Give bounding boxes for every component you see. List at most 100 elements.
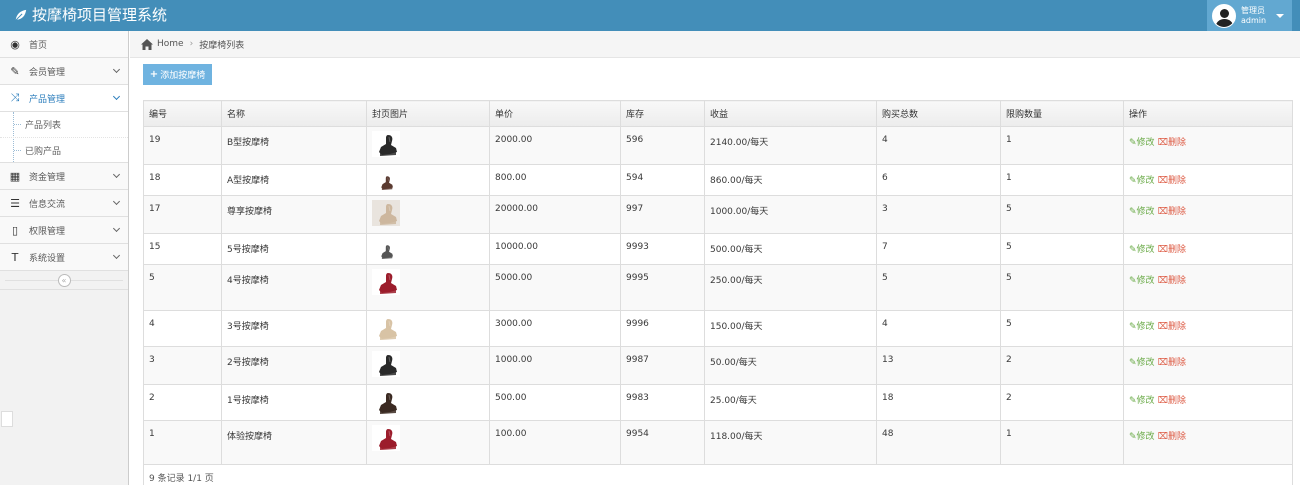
app-brand[interactable]: 按摩椅项目管理系统 bbox=[14, 5, 167, 25]
cell-limit: 5 bbox=[1000, 233, 1124, 265]
edit-label: 修改 bbox=[1136, 432, 1155, 442]
delete-link[interactable]: ⌧删除 bbox=[1158, 432, 1186, 442]
delete-label: 删除 bbox=[1167, 358, 1186, 368]
user-name: admin bbox=[1241, 15, 1267, 25]
cell-total: 6 bbox=[876, 164, 1001, 196]
avatar bbox=[1212, 3, 1236, 28]
cell-name: B型按摩椅 bbox=[221, 126, 367, 165]
trash-icon: ⌧ bbox=[1157, 322, 1168, 332]
cell-price: 800.00 bbox=[489, 164, 621, 196]
table-header-cell: 名称 bbox=[221, 100, 367, 127]
cell-total: 18 bbox=[876, 384, 1001, 421]
delete-link[interactable]: ⌧删除 bbox=[1158, 207, 1186, 217]
sidebar-item-3[interactable]: ⤨ 产品管理 bbox=[0, 85, 128, 112]
sidebar-item-2[interactable]: ✎ 会员管理 bbox=[0, 58, 128, 85]
user-menu[interactable]: 管理员 admin bbox=[1207, 0, 1292, 31]
table-header-cell: 限购数量 bbox=[1000, 100, 1124, 127]
sidebar-item-1[interactable]: ◉ 首页 bbox=[0, 31, 128, 58]
cell-stock: 9993 bbox=[620, 233, 705, 265]
pagination-info: 9 条记录 1/1 页 bbox=[143, 464, 1293, 485]
trash-icon: ⌧ bbox=[1157, 396, 1168, 406]
cell-image bbox=[366, 126, 490, 165]
sidebar-item-5[interactable]: ☰ 信息交流 bbox=[0, 190, 128, 217]
chevron-down-icon bbox=[112, 65, 121, 74]
edit-link[interactable]: ✎修改 bbox=[1129, 176, 1155, 186]
delete-link[interactable]: ⌧删除 bbox=[1158, 138, 1186, 148]
edit-link[interactable]: ✎修改 bbox=[1129, 207, 1155, 217]
cell-image bbox=[366, 346, 490, 385]
trash-icon: ⌧ bbox=[1157, 432, 1168, 442]
add-chair-button[interactable]: + 添加按摩椅 bbox=[143, 64, 212, 85]
app-title: 按摩椅项目管理系统 bbox=[32, 6, 168, 24]
delete-link[interactable]: ⌧删除 bbox=[1158, 358, 1186, 368]
cell-income: 2140.00/每天 bbox=[704, 126, 877, 165]
chair-thumbnail bbox=[372, 269, 400, 295]
sidebar-subitem-1[interactable]: 产品列表 bbox=[0, 112, 128, 137]
sidebar-item-label: 权限管理 bbox=[29, 226, 66, 237]
delete-link[interactable]: ⌧删除 bbox=[1158, 322, 1186, 332]
delete-label: 删除 bbox=[1167, 432, 1186, 442]
text-icon: T bbox=[11, 250, 19, 264]
cell-name: 体验按摩椅 bbox=[221, 420, 367, 465]
delete-link[interactable]: ⌧删除 bbox=[1158, 245, 1186, 255]
cell-income: 118.00/每天 bbox=[704, 420, 877, 465]
table-row: 5 4号按摩椅 5000.00 9995 250.00/每天 5 5 ✎修改 ⌧删除 bbox=[143, 264, 1293, 311]
delete-link[interactable]: ⌧删除 bbox=[1158, 276, 1186, 286]
edit-link[interactable]: ✎修改 bbox=[1129, 358, 1155, 368]
cell-limit: 2 bbox=[1000, 384, 1124, 421]
sidebar-item-4[interactable]: ▦ 资金管理 bbox=[0, 163, 128, 190]
delete-link[interactable]: ⌧删除 bbox=[1158, 396, 1186, 406]
cell-stock: 9983 bbox=[620, 384, 705, 421]
pencil-icon: ✎ bbox=[1129, 245, 1137, 255]
edit-link[interactable]: ✎修改 bbox=[1129, 322, 1155, 332]
sidebar: ◉ 首页 ✎ 会员管理 ⤨ 产品管理 产品列表 已购产品 ▦ 资金管理 ☰ 信息交流 ▯ 权限管理 T 系统设… bbox=[0, 31, 129, 485]
pencil-icon: ✎ bbox=[1129, 396, 1137, 406]
shuffle-icon: ⤨ bbox=[10, 91, 20, 104]
sidebar-item-6[interactable]: ▯ 权限管理 bbox=[0, 217, 128, 244]
pencil-icon: ✎ bbox=[1129, 358, 1137, 368]
table-row: 4 3号按摩椅 3000.00 9996 150.00/每天 4 5 ✎修改 ⌧删除 bbox=[143, 310, 1293, 347]
dashboard-icon: ◉ bbox=[10, 37, 20, 51]
table-header-cell: 操作 bbox=[1123, 100, 1293, 127]
cell-price: 5000.00 bbox=[489, 264, 621, 311]
sidebar-item-7[interactable]: T 系统设置 bbox=[0, 244, 128, 271]
cell-price: 1000.00 bbox=[489, 346, 621, 385]
collapse-icon[interactable]: « bbox=[57, 273, 71, 287]
leaf-icon bbox=[14, 9, 27, 22]
cell-price: 100.00 bbox=[489, 420, 621, 465]
delete-link[interactable]: ⌧删除 bbox=[1158, 176, 1186, 186]
cell-id: 15 bbox=[143, 233, 222, 265]
pencil-icon: ✎ bbox=[1129, 276, 1137, 286]
trash-icon: ⌧ bbox=[1157, 207, 1168, 217]
cell-total: 48 bbox=[876, 420, 1001, 465]
cell-actions: ✎修改 ⌧删除 bbox=[1123, 195, 1293, 234]
cell-image bbox=[366, 384, 490, 421]
sidebar-item-label: 系统设置 bbox=[29, 253, 66, 264]
cell-id: 2 bbox=[143, 384, 222, 421]
cell-actions: ✎修改 ⌧删除 bbox=[1123, 310, 1293, 347]
edit-link[interactable]: ✎修改 bbox=[1129, 276, 1155, 286]
pencil-icon: ✎ bbox=[1129, 322, 1137, 332]
cell-name: 4号按摩椅 bbox=[221, 264, 367, 311]
edit-link[interactable]: ✎修改 bbox=[1129, 138, 1155, 148]
breadcrumb-home[interactable]: Home bbox=[157, 39, 184, 49]
delete-label: 删除 bbox=[1167, 245, 1186, 255]
cell-income: 25.00/每天 bbox=[704, 384, 877, 421]
chair-thumbnail bbox=[372, 351, 400, 377]
edit-label: 修改 bbox=[1136, 396, 1155, 406]
edit-link[interactable]: ✎修改 bbox=[1129, 245, 1155, 255]
cell-id: 5 bbox=[143, 264, 222, 311]
sidebar-subitem-2[interactable]: 已购产品 bbox=[0, 137, 128, 162]
edit-link[interactable]: ✎修改 bbox=[1129, 432, 1155, 442]
cell-name: 3号按摩椅 bbox=[221, 310, 367, 347]
table-header-cell: 封页图片 bbox=[366, 100, 490, 127]
table-row: 3 2号按摩椅 1000.00 9987 50.00/每天 13 2 ✎修改 ⌧删除 bbox=[143, 346, 1293, 385]
submenu-products: 产品列表 已购产品 bbox=[0, 112, 128, 163]
cell-image bbox=[366, 164, 490, 196]
table-row: 17 尊享按摩椅 20000.00 997 1000.00/每天 3 5 ✎修改 ⌧删除 bbox=[143, 195, 1293, 234]
table-header-cell: 库存 bbox=[620, 100, 705, 127]
top-navbar: 按摩椅项目管理系统 管理员 admin bbox=[0, 0, 1300, 31]
trash-icon: ⌧ bbox=[1157, 176, 1168, 186]
edit-link[interactable]: ✎修改 bbox=[1129, 396, 1155, 406]
cell-stock: 997 bbox=[620, 195, 705, 234]
